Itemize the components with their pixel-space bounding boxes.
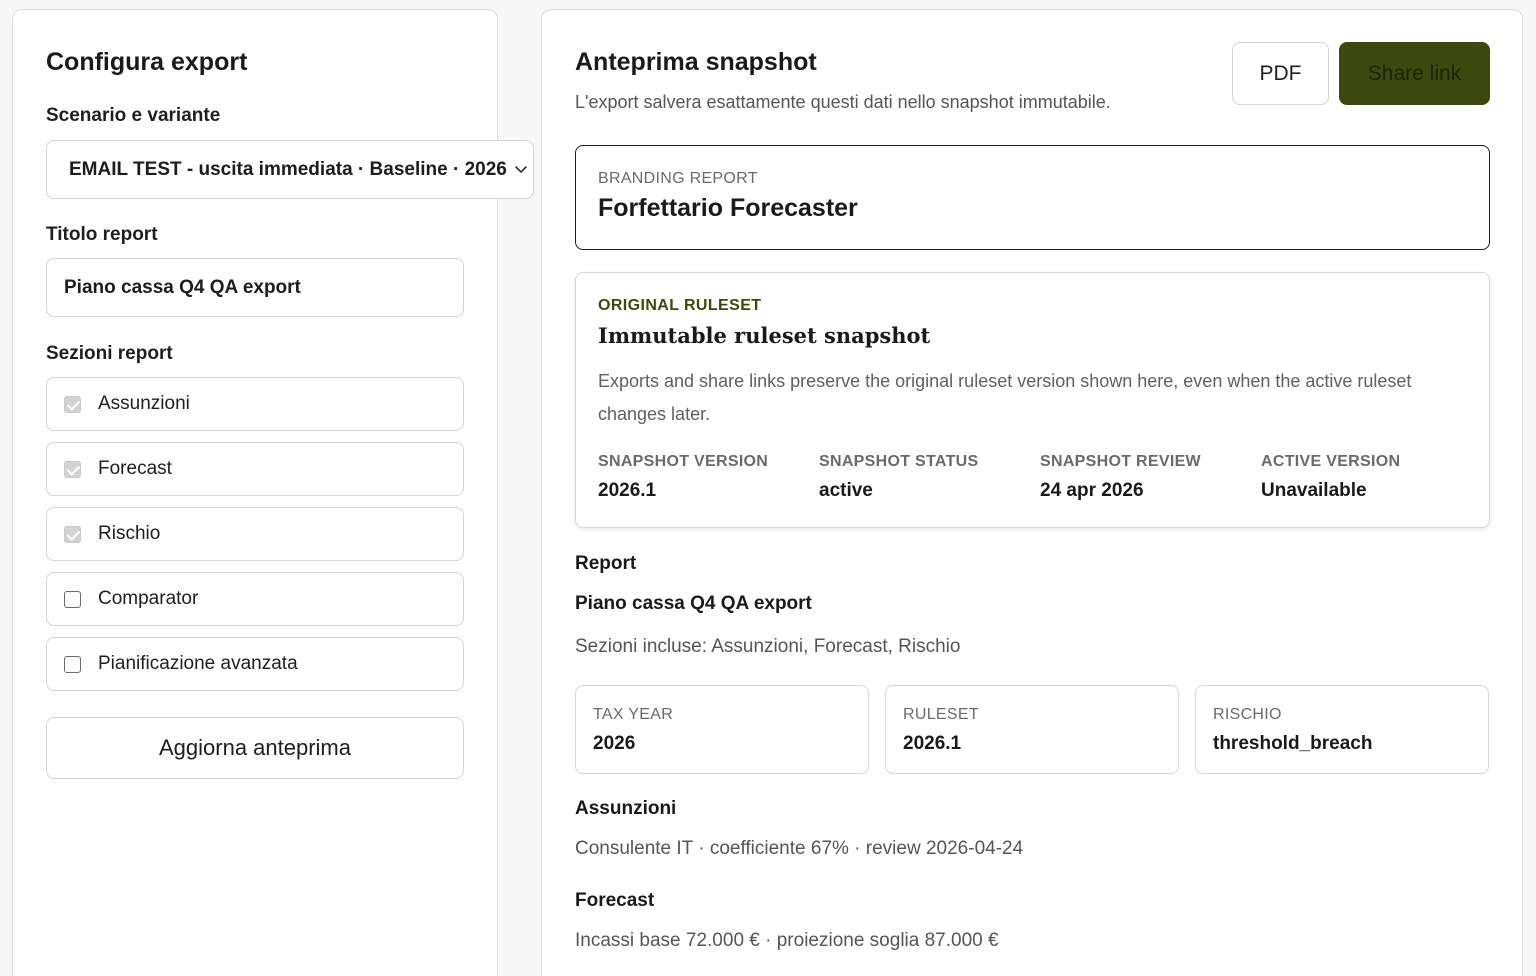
meta-value: active (819, 480, 873, 501)
meta-snapshot-status: SNAPSHOT STATUS active (819, 453, 1029, 502)
checkbox-checked[interactable] (64, 460, 81, 478)
section-option-comparator[interactable]: Comparator (46, 572, 464, 626)
preview-subtitle: L'export salvera esattamente questi dati… (575, 92, 1111, 112)
stat-label: TAX YEAR (593, 706, 674, 723)
checkbox-checked[interactable] (64, 395, 81, 413)
config-title: Configura export (46, 48, 248, 76)
stat-label: RULESET (903, 706, 979, 723)
meta-snapshot-version: SNAPSHOT VERSION 2026.1 (598, 453, 808, 502)
section-option-label: Rischio (98, 523, 161, 544)
branding-card: BRANDING REPORT Forfettario Forecaster (575, 145, 1490, 250)
ruleset-title: Immutable ruleset snapshot (598, 323, 931, 348)
chevron-down-icon (515, 166, 527, 173)
checkbox-checked[interactable] (64, 525, 81, 543)
sections-label: Sezioni report (46, 343, 173, 364)
stat-value: 2026 (593, 733, 636, 754)
included-sections: Sezioni incluse: Assunzioni, Forecast, R… (575, 636, 961, 657)
stat-value: 2026.1 (903, 733, 962, 754)
section-option-forecast[interactable]: Forecast (46, 442, 464, 496)
assumptions-text: Consulente IT · coefficiente 67% · revie… (575, 838, 1024, 859)
assumptions-heading: Assunzioni (575, 798, 677, 819)
stat-card-rischio: RISCHIO threshold_breach (1195, 685, 1489, 774)
section-option-label: Comparator (98, 588, 199, 609)
stat-label: RISCHIO (1213, 706, 1282, 723)
meta-value: 2026.1 (598, 480, 657, 501)
forecast-heading: Forecast (575, 890, 655, 911)
meta-label: ACTIVE VERSION (1261, 453, 1401, 470)
report-title-input[interactable]: Piano cassa Q4 QA export (46, 258, 464, 317)
stat-card-ruleset: RULESET 2026.1 (885, 685, 1179, 774)
meta-value: Unavailable (1261, 480, 1367, 501)
ruleset-snapshot-card: ORIGINAL RULESET Immutable ruleset snaps… (575, 272, 1490, 528)
section-option-label: Pianificazione avanzata (98, 653, 298, 674)
scenario-select[interactable]: EMAIL TEST - uscita immediata · Baseline… (46, 140, 534, 199)
snapshot-preview-panel: Anteprima snapshot L'export salvera esat… (541, 9, 1523, 976)
scenario-select-value: EMAIL TEST - uscita immediata · Baseline… (69, 158, 507, 180)
meta-label: SNAPSHOT VERSION (598, 453, 769, 470)
report-heading: Report (575, 553, 637, 574)
section-option-assunzioni[interactable]: Assunzioni (46, 377, 464, 431)
checkbox-unchecked[interactable] (64, 590, 81, 608)
preview-title: Anteprima snapshot (575, 48, 817, 76)
stat-value: threshold_breach (1213, 733, 1373, 754)
checkbox-unchecked[interactable] (64, 655, 81, 673)
stat-card-tax-year: TAX YEAR 2026 (575, 685, 869, 774)
section-option-label: Assunzioni (98, 393, 190, 414)
forecast-text: Incassi base 72.000 € · proiezione sogli… (575, 930, 999, 951)
report-name: Piano cassa Q4 QA export (575, 593, 812, 614)
ruleset-description: Exports and share links preserve the ori… (598, 371, 1412, 424)
meta-active-version: ACTIVE VERSION Unavailable (1261, 453, 1471, 502)
branding-label: BRANDING REPORT (598, 170, 758, 187)
meta-label: SNAPSHOT REVIEW (1040, 453, 1201, 470)
ruleset-kicker: ORIGINAL RULESET (598, 297, 762, 314)
section-option-label: Forecast (98, 458, 172, 479)
refresh-preview-button[interactable]: Aggiorna anteprima (46, 717, 464, 779)
report-title-label: Titolo report (46, 224, 158, 245)
brand-name: Forfettario Forecaster (598, 194, 858, 222)
scenario-label: Scenario e variante (46, 105, 221, 126)
meta-label: SNAPSHOT STATUS (819, 453, 979, 470)
share-link-button[interactable]: Share link (1339, 42, 1490, 105)
pdf-button[interactable]: PDF (1232, 42, 1329, 105)
meta-value: 24 apr 2026 (1040, 480, 1144, 501)
meta-snapshot-review: SNAPSHOT REVIEW 24 apr 2026 (1040, 453, 1250, 502)
export-config-panel: Configura export Scenario e variante EMA… (12, 9, 534, 976)
section-option-pianificazione[interactable]: Pianificazione avanzata (46, 637, 464, 691)
section-option-rischio[interactable]: Rischio (46, 507, 464, 561)
